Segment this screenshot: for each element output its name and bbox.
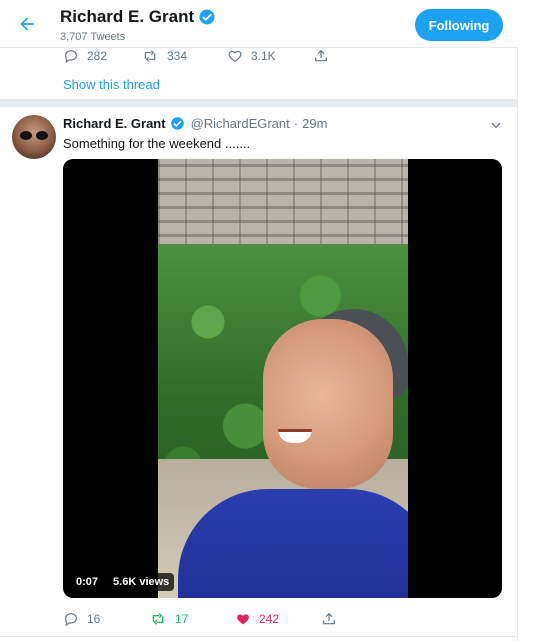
share-icon bbox=[323, 612, 335, 625]
profile-header: Richard E. Grant 3,707 Tweets Following bbox=[0, 0, 518, 48]
tweet-count: 3,707 Tweets bbox=[60, 31, 126, 43]
video-player[interactable]: 0:07 5.6K views bbox=[63, 159, 502, 598]
retweet-icon bbox=[144, 50, 156, 62]
retweet-button[interactable]: 334 bbox=[141, 48, 227, 64]
heart-filled-icon bbox=[237, 614, 249, 625]
tweet-divider bbox=[0, 99, 518, 107]
heart-outline-icon bbox=[228, 50, 242, 63]
chevron-down-icon bbox=[491, 122, 501, 129]
retweet-count: 17 bbox=[175, 612, 189, 626]
video-info: 0:07 5.6K views bbox=[71, 573, 175, 591]
bottom-divider bbox=[0, 636, 518, 637]
avatar-glasses-right bbox=[36, 131, 48, 140]
tweet-menu-button[interactable] bbox=[489, 118, 503, 137]
prev-tweet-actions: 282 334 3.1K bbox=[63, 48, 329, 64]
reply-icon bbox=[65, 613, 77, 627]
tweet-author-name[interactable]: Richard E. Grant bbox=[63, 116, 166, 131]
arrow-left-icon bbox=[20, 17, 34, 31]
video-frame bbox=[158, 159, 408, 598]
tweet-text: Something for the weekend ....... bbox=[63, 136, 251, 151]
like-count: 242 bbox=[259, 612, 280, 626]
reply-button[interactable]: 282 bbox=[63, 48, 141, 64]
tweet-author-handle[interactable]: @RichardEGrant bbox=[191, 116, 290, 131]
like-count: 3.1K bbox=[251, 49, 276, 63]
reply-count: 16 bbox=[87, 612, 101, 626]
profile-title: Richard E. Grant bbox=[60, 7, 216, 27]
retweet-button[interactable]: 17 bbox=[149, 611, 235, 627]
tweet-actions: 16 17 242 bbox=[63, 611, 337, 627]
following-button[interactable]: Following bbox=[415, 9, 503, 41]
reply-count: 282 bbox=[87, 49, 108, 63]
verified-badge-icon bbox=[199, 9, 215, 25]
share-button[interactable] bbox=[321, 611, 337, 627]
separator-dot: · bbox=[293, 116, 299, 131]
reply-button[interactable]: 16 bbox=[63, 611, 149, 627]
show-this-thread-link[interactable]: Show this thread bbox=[63, 77, 160, 92]
person-face bbox=[263, 319, 393, 489]
share-icon bbox=[315, 49, 327, 62]
video-views: 5.6K views bbox=[108, 573, 175, 591]
timeline-column: Richard E. Grant 3,707 Tweets Following … bbox=[0, 0, 518, 641]
retweet-count: 334 bbox=[167, 49, 188, 63]
share-button[interactable] bbox=[313, 48, 329, 64]
retweet-icon bbox=[152, 613, 164, 625]
reply-icon bbox=[65, 50, 77, 64]
avatar[interactable] bbox=[12, 115, 56, 159]
like-button[interactable]: 242 bbox=[235, 611, 321, 627]
tweet-header: Richard E. Grant @RichardEGrant · 29m bbox=[63, 116, 327, 131]
profile-name: Richard E. Grant bbox=[60, 7, 195, 26]
back-button[interactable] bbox=[14, 11, 40, 37]
like-button[interactable]: 3.1K bbox=[227, 48, 313, 64]
video-duration: 0:07 bbox=[71, 573, 104, 591]
avatar-glasses-left bbox=[20, 131, 32, 140]
tweet-timestamp[interactable]: 29m bbox=[302, 116, 327, 131]
verified-badge-icon bbox=[170, 117, 184, 130]
